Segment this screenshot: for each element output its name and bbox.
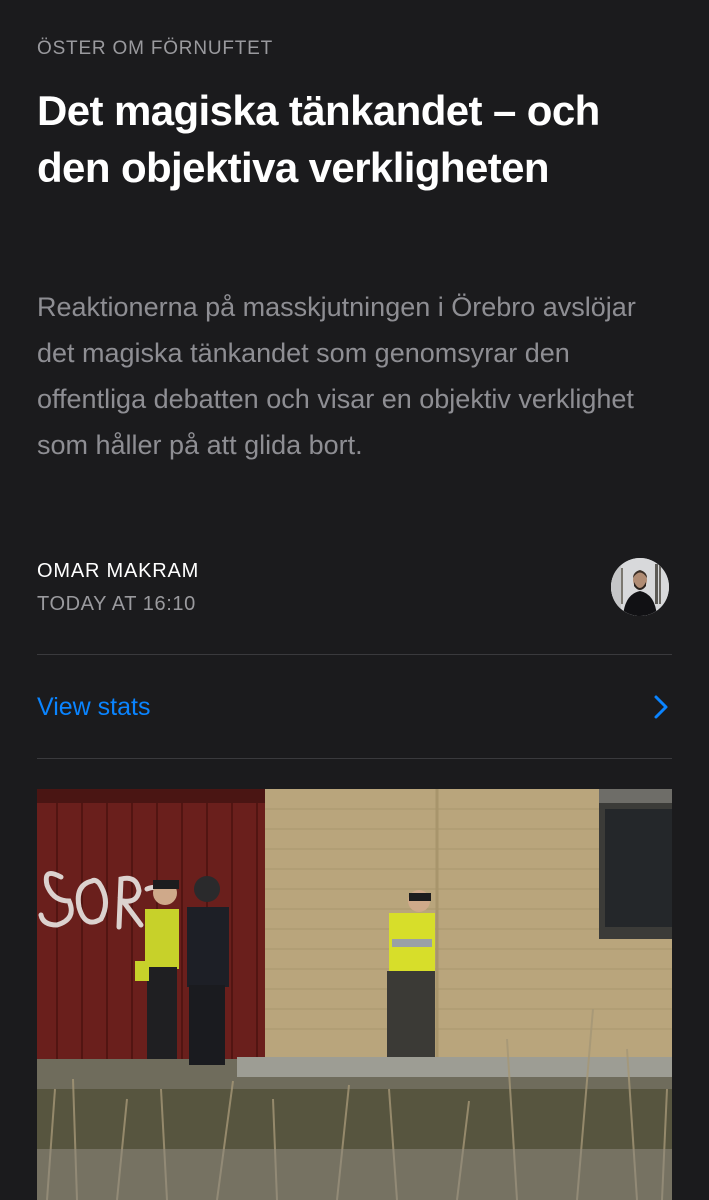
article-page: ÖSTER OM FÖRNUFTET Det magiska tänkandet… — [0, 0, 709, 1200]
section-label[interactable]: ÖSTER OM FÖRNUFTET — [37, 38, 273, 60]
chevron-right-icon[interactable] — [650, 692, 672, 722]
divider — [37, 654, 672, 655]
publish-timestamp: TODAY AT 16:10 — [37, 593, 196, 615]
view-stats-label[interactable]: View stats — [37, 693, 150, 722]
avatar-image — [611, 558, 669, 616]
article-subtitle: Reaktionerna på masskjutningen i Örebro … — [37, 292, 636, 460]
divider — [37, 758, 672, 759]
view-stats-row[interactable]: View stats — [37, 670, 672, 744]
author-avatar[interactable] — [611, 558, 669, 616]
article-hero-image[interactable] — [37, 789, 672, 1200]
author-name[interactable]: OMAR MAKRAM — [37, 560, 199, 583]
article-title: Det magiska tänkandet – och den objektiv… — [37, 87, 600, 191]
